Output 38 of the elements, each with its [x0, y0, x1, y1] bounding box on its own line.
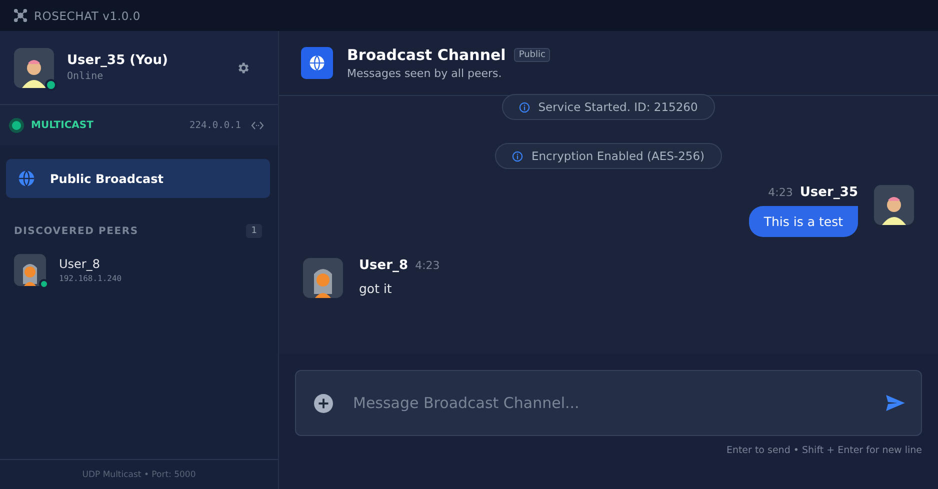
network-address: 224.0.0.1 [190, 120, 241, 130]
info-icon [519, 102, 530, 112]
peer-count-badge: 1 [246, 224, 262, 238]
message-time: 4:23 [768, 186, 793, 199]
channel-subtitle: Messages seen by all peers. [347, 67, 503, 80]
status-indicator [12, 120, 21, 130]
info-icon [512, 150, 524, 162]
message-input[interactable]: Message Broadcast Channel... [351, 393, 868, 413]
network-mode: MULTICAST [31, 120, 94, 130]
app-title: ROSECHAT v1.0.0 [34, 8, 141, 22]
peer-address: 192.168.1.240 [59, 274, 123, 283]
message-text: got it [359, 281, 393, 296]
connection-info: UDP Multicast • Port: 5000 [82, 470, 196, 480]
user-avatar [14, 48, 54, 88]
code-icon [251, 120, 264, 130]
globe-icon [301, 47, 333, 79]
peer-name: User_8 [59, 257, 101, 271]
globe-icon [18, 170, 35, 187]
section-title: DISCOVERED PEERS [14, 226, 138, 236]
message-time: 4:23 [415, 259, 440, 272]
send-icon[interactable] [886, 395, 905, 411]
add-icon[interactable] [314, 394, 333, 412]
message-author: User_35 [800, 185, 858, 200]
settings-icon[interactable] [236, 60, 250, 74]
molecule-logo-icon [14, 9, 27, 22]
user-name: User_35 (You) [67, 53, 169, 68]
public-badge: Public [514, 48, 550, 62]
peer-avatar [303, 258, 343, 298]
peer-avatar [14, 254, 46, 286]
message-author: User_8 [359, 258, 408, 273]
message-bubble: This is a test [748, 206, 858, 237]
notice-text: Encryption Enabled (AES-256) [531, 149, 705, 163]
channel-title: Broadcast Channel [347, 46, 506, 64]
user-avatar [874, 185, 914, 225]
user-status: Online [67, 71, 104, 82]
notice-text: Service Started. ID: 215260 [538, 100, 698, 114]
keyboard-hint: Enter to send • Shift + Enter for new line [726, 445, 922, 456]
channel-item[interactable]: Public Broadcast [6, 159, 270, 198]
